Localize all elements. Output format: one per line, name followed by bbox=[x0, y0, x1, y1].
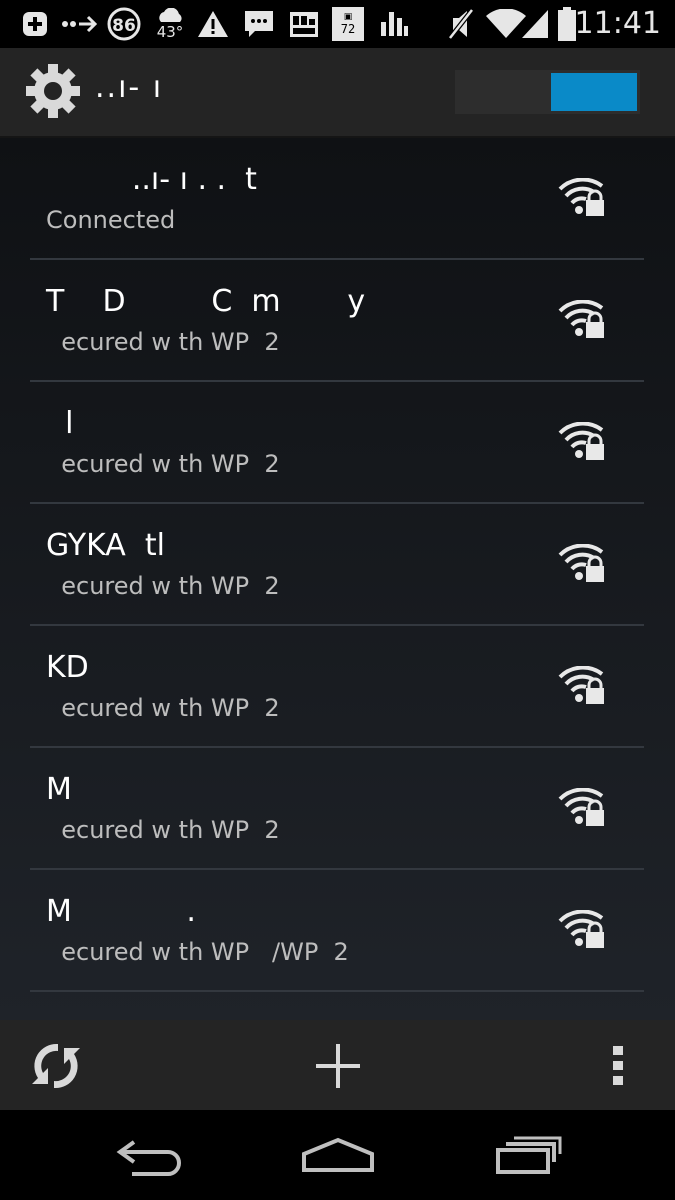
badge-number: 86 bbox=[112, 16, 136, 36]
network-list[interactable]: ..ı- ı . . t Connected T D C m y ecured w … bbox=[0, 138, 675, 1020]
temperature-text: 43° bbox=[156, 23, 184, 41]
network-name: l bbox=[46, 406, 74, 441]
wifi-locked-icon bbox=[558, 787, 608, 828]
network-list-item[interactable]: l ecured w th WP 2 bbox=[30, 382, 644, 504]
bars-icon bbox=[378, 6, 410, 42]
back-button[interactable] bbox=[112, 1132, 188, 1178]
gallery-icon bbox=[288, 6, 320, 42]
wifi-locked-icon bbox=[558, 421, 608, 462]
recents-button[interactable] bbox=[490, 1130, 566, 1180]
settings-gear-icon[interactable] bbox=[24, 62, 82, 120]
network-list-item[interactable]: ..ı- ı . . t Connected bbox=[30, 138, 644, 260]
network-list-item[interactable]: T D C m y ecured w th WP 2 bbox=[30, 260, 644, 382]
network-list-item[interactable]: M ecured w th WP 2 bbox=[30, 748, 644, 870]
network-status: ecured w th WP 2 bbox=[46, 328, 280, 356]
refresh-icon bbox=[32, 1043, 80, 1089]
network-status: Connected bbox=[46, 206, 176, 234]
wifi-toggle-switch[interactable] bbox=[455, 70, 640, 114]
network-list-item[interactable]: GYKA tl ecured w th WP 2 bbox=[30, 504, 644, 626]
wifi-locked-icon bbox=[558, 299, 608, 340]
add-icon bbox=[316, 1044, 360, 1088]
status-bar: 86 43° ▣ 72 11:41 bbox=[0, 0, 675, 48]
chat-icon bbox=[242, 6, 276, 42]
badge-icon: 86 bbox=[106, 6, 142, 42]
overflow-icon bbox=[613, 1046, 623, 1085]
warning-icon bbox=[196, 6, 230, 42]
mute-icon bbox=[446, 6, 476, 42]
network-list-item[interactable]: KD ecured w th WP 2 bbox=[30, 626, 644, 748]
home-button[interactable] bbox=[298, 1134, 378, 1178]
network-name: KD bbox=[46, 650, 89, 685]
network-name: T D C m y bbox=[46, 284, 366, 319]
network-name: ..ı- ı . . t bbox=[46, 162, 257, 197]
bottom-action-bar bbox=[0, 1020, 675, 1110]
add-network-button[interactable] bbox=[310, 1040, 366, 1092]
calendar-icon: ▣ 72 bbox=[332, 7, 364, 41]
network-list-item[interactable]: M . ecured w th WP /WP 2 bbox=[30, 870, 644, 992]
wifi-locked-icon bbox=[558, 909, 608, 950]
calendar-day: 72 bbox=[340, 22, 356, 36]
network-status: ecured w th WP 2 bbox=[46, 694, 280, 722]
overflow-menu-button[interactable] bbox=[604, 1042, 634, 1088]
status-time: 11:41 bbox=[574, 6, 661, 41]
network-name: GYKA tl bbox=[46, 528, 165, 563]
network-status: ecured w th WP /WP 2 bbox=[46, 938, 349, 966]
page-title: ..ı- ı bbox=[95, 70, 164, 105]
network-name: M bbox=[46, 772, 72, 807]
network-status: ecured w th WP 2 bbox=[46, 816, 280, 844]
navigation-bar bbox=[0, 1110, 675, 1200]
wifi-locked-icon bbox=[558, 543, 608, 584]
usb-debug-icon bbox=[60, 6, 100, 42]
wifi-toggle-thumb[interactable] bbox=[551, 73, 637, 111]
refresh-button[interactable] bbox=[28, 1038, 84, 1094]
weather-icon: 43° bbox=[152, 6, 188, 42]
cell-signal-icon bbox=[520, 6, 550, 42]
back-icon bbox=[116, 1140, 181, 1176]
add-notification-icon bbox=[20, 6, 50, 42]
network-status: ecured w th WP 2 bbox=[46, 572, 280, 600]
network-name: M . bbox=[46, 894, 196, 929]
action-bar: ..ı- ı bbox=[0, 48, 675, 138]
recents-icon bbox=[496, 1136, 562, 1174]
wifi-locked-icon bbox=[558, 177, 608, 218]
network-status: ecured w th WP 2 bbox=[46, 450, 280, 478]
wifi-locked-icon bbox=[558, 665, 608, 706]
home-icon bbox=[302, 1137, 374, 1172]
